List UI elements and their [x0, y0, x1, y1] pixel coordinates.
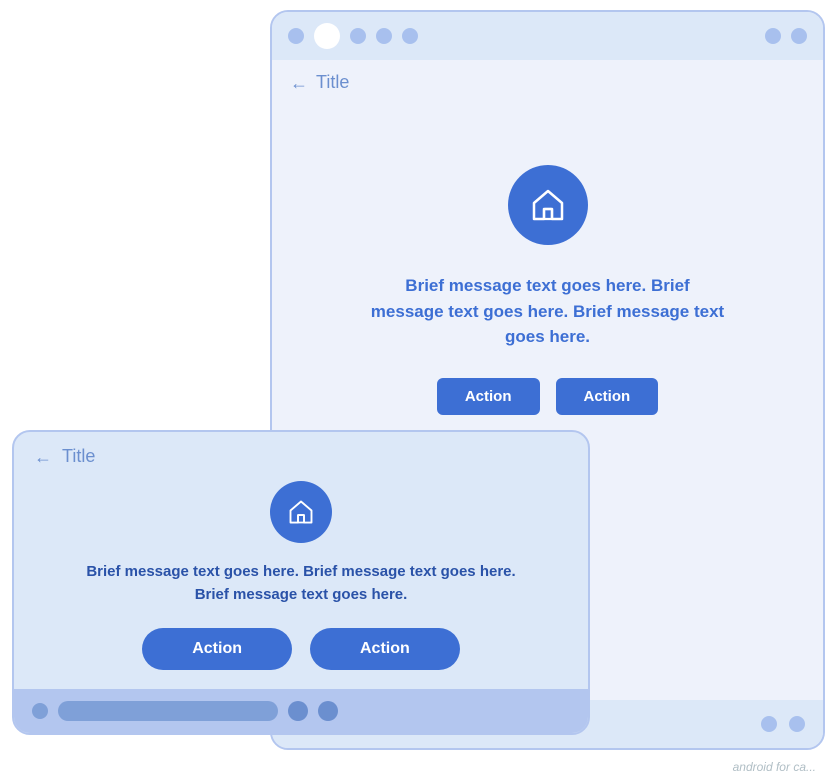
back-arrow-icon-front[interactable]: ←: [34, 448, 52, 466]
bottom-pill: [58, 701, 278, 721]
bottom-dot-1: [761, 716, 777, 732]
action-button-2-back[interactable]: Action: [556, 378, 659, 415]
content-area-front: Brief message text goes here. Brief mess…: [14, 481, 588, 690]
message-text-front: Brief message text goes here. Brief mess…: [81, 561, 521, 606]
bottom-dot-front-3: [318, 701, 338, 721]
home-icon-front: [270, 481, 332, 543]
status-dot-3: [350, 28, 366, 44]
action-buttons-front: Action Action: [142, 628, 460, 670]
bottom-dot-front-1: [32, 703, 48, 719]
action-button-1-front[interactable]: Action: [142, 628, 292, 670]
status-bar-back: [272, 12, 823, 60]
nav-bar-back: ← Title: [272, 60, 823, 105]
message-text-back: Brief message text goes here. Brief mess…: [368, 273, 728, 350]
nav-title-front: Title: [62, 446, 95, 467]
home-icon-back: [508, 165, 588, 245]
status-dot-right-2: [791, 28, 807, 44]
content-area-back: Brief message text goes here. Brief mess…: [272, 105, 823, 455]
back-arrow-icon[interactable]: ←: [290, 74, 308, 92]
watermark: android for ca...: [733, 760, 816, 774]
nav-title-back: Title: [316, 72, 349, 93]
status-dot-4: [376, 28, 392, 44]
action-buttons-back: Action Action: [437, 378, 658, 415]
nav-bar-front: ← Title: [14, 432, 588, 481]
screen-front: ← Title Brief message text goes here. Br…: [12, 430, 590, 735]
bottom-bar-front: [14, 689, 588, 733]
bottom-dot-2: [789, 716, 805, 732]
status-dot-1: [288, 28, 304, 44]
action-button-1-back[interactable]: Action: [437, 378, 540, 415]
status-dot-5: [402, 28, 418, 44]
bottom-dot-front-2: [288, 701, 308, 721]
status-dot-right-1: [765, 28, 781, 44]
status-dot-2: [314, 23, 340, 49]
action-button-2-front[interactable]: Action: [310, 628, 460, 670]
